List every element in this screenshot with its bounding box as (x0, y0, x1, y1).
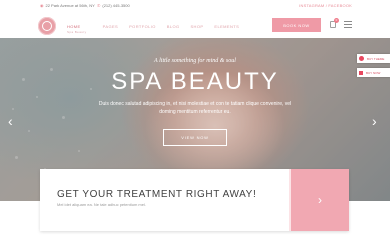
address-label: 22 Park Avenue at 56th, NY (45, 3, 95, 8)
phone-icon: ✆ (97, 3, 101, 8)
buy-theme-widget[interactable]: BUY THEME (357, 54, 390, 63)
buy-theme-label: BUY THEME (367, 56, 385, 61)
nav-home-label: HOME (67, 24, 81, 29)
theme-circle-icon (359, 56, 364, 61)
cta-text-panel (40, 169, 289, 231)
nav-item-pages[interactable]: PAGES (103, 24, 119, 29)
chevron-right-icon: › (318, 193, 322, 207)
social-links[interactable]: INSTAGRAM / FACEBOOK (299, 3, 352, 8)
hero-tagline: A little something for mind & soul (154, 58, 236, 64)
slider-next-icon[interactable]: › (372, 114, 377, 128)
nav-item-shop[interactable]: SHOP (190, 24, 203, 29)
buy-now-label: BUY NOW (366, 70, 381, 75)
hero-description: Duis donec salutad adipiscing in, et nis… (98, 101, 292, 115)
logo[interactable] (38, 17, 56, 35)
book-now-button[interactable]: BOOK NOW (272, 18, 321, 32)
view-now-button[interactable]: VIEW NOW (163, 129, 227, 146)
nav-item-home[interactable]: HOME Spa Beauty (67, 24, 92, 34)
menu-icon[interactable] (344, 21, 352, 28)
nav-item-blog[interactable]: BLOG (167, 24, 180, 29)
nav-item-portfolio[interactable]: PORTFOLIO (129, 24, 156, 29)
address-text: ◉ 22 Park Avenue at 56th, NY (40, 3, 95, 8)
phone-label: (212) 445-3500 (102, 3, 130, 8)
cta-title: GET YOUR TREATMENT RIGHT AWAY! (57, 189, 257, 200)
cart-small-icon (359, 70, 363, 75)
cart-count-badge: 0 (334, 18, 339, 23)
phone-text[interactable]: ✆ (212) 445-3500 (97, 3, 130, 8)
location-pin-icon: ◉ (40, 3, 44, 8)
cta-subtitle: Mel idet aliquam ea. Ne tale adhuc peten… (57, 202, 146, 207)
nav-item-elements[interactable]: ELEMENTS (214, 24, 239, 29)
nav-home-sub: Spa Beauty (67, 30, 87, 34)
cta-arrow-button[interactable]: › (291, 169, 349, 231)
slider-prev-icon[interactable]: ‹ (8, 114, 13, 128)
buy-now-widget[interactable]: BUY NOW (357, 68, 390, 77)
hero-title: SPA BEAUTY (111, 68, 279, 95)
main-nav: HOME Spa Beauty PAGES PORTFOLIO BLOG SHO… (67, 24, 250, 34)
